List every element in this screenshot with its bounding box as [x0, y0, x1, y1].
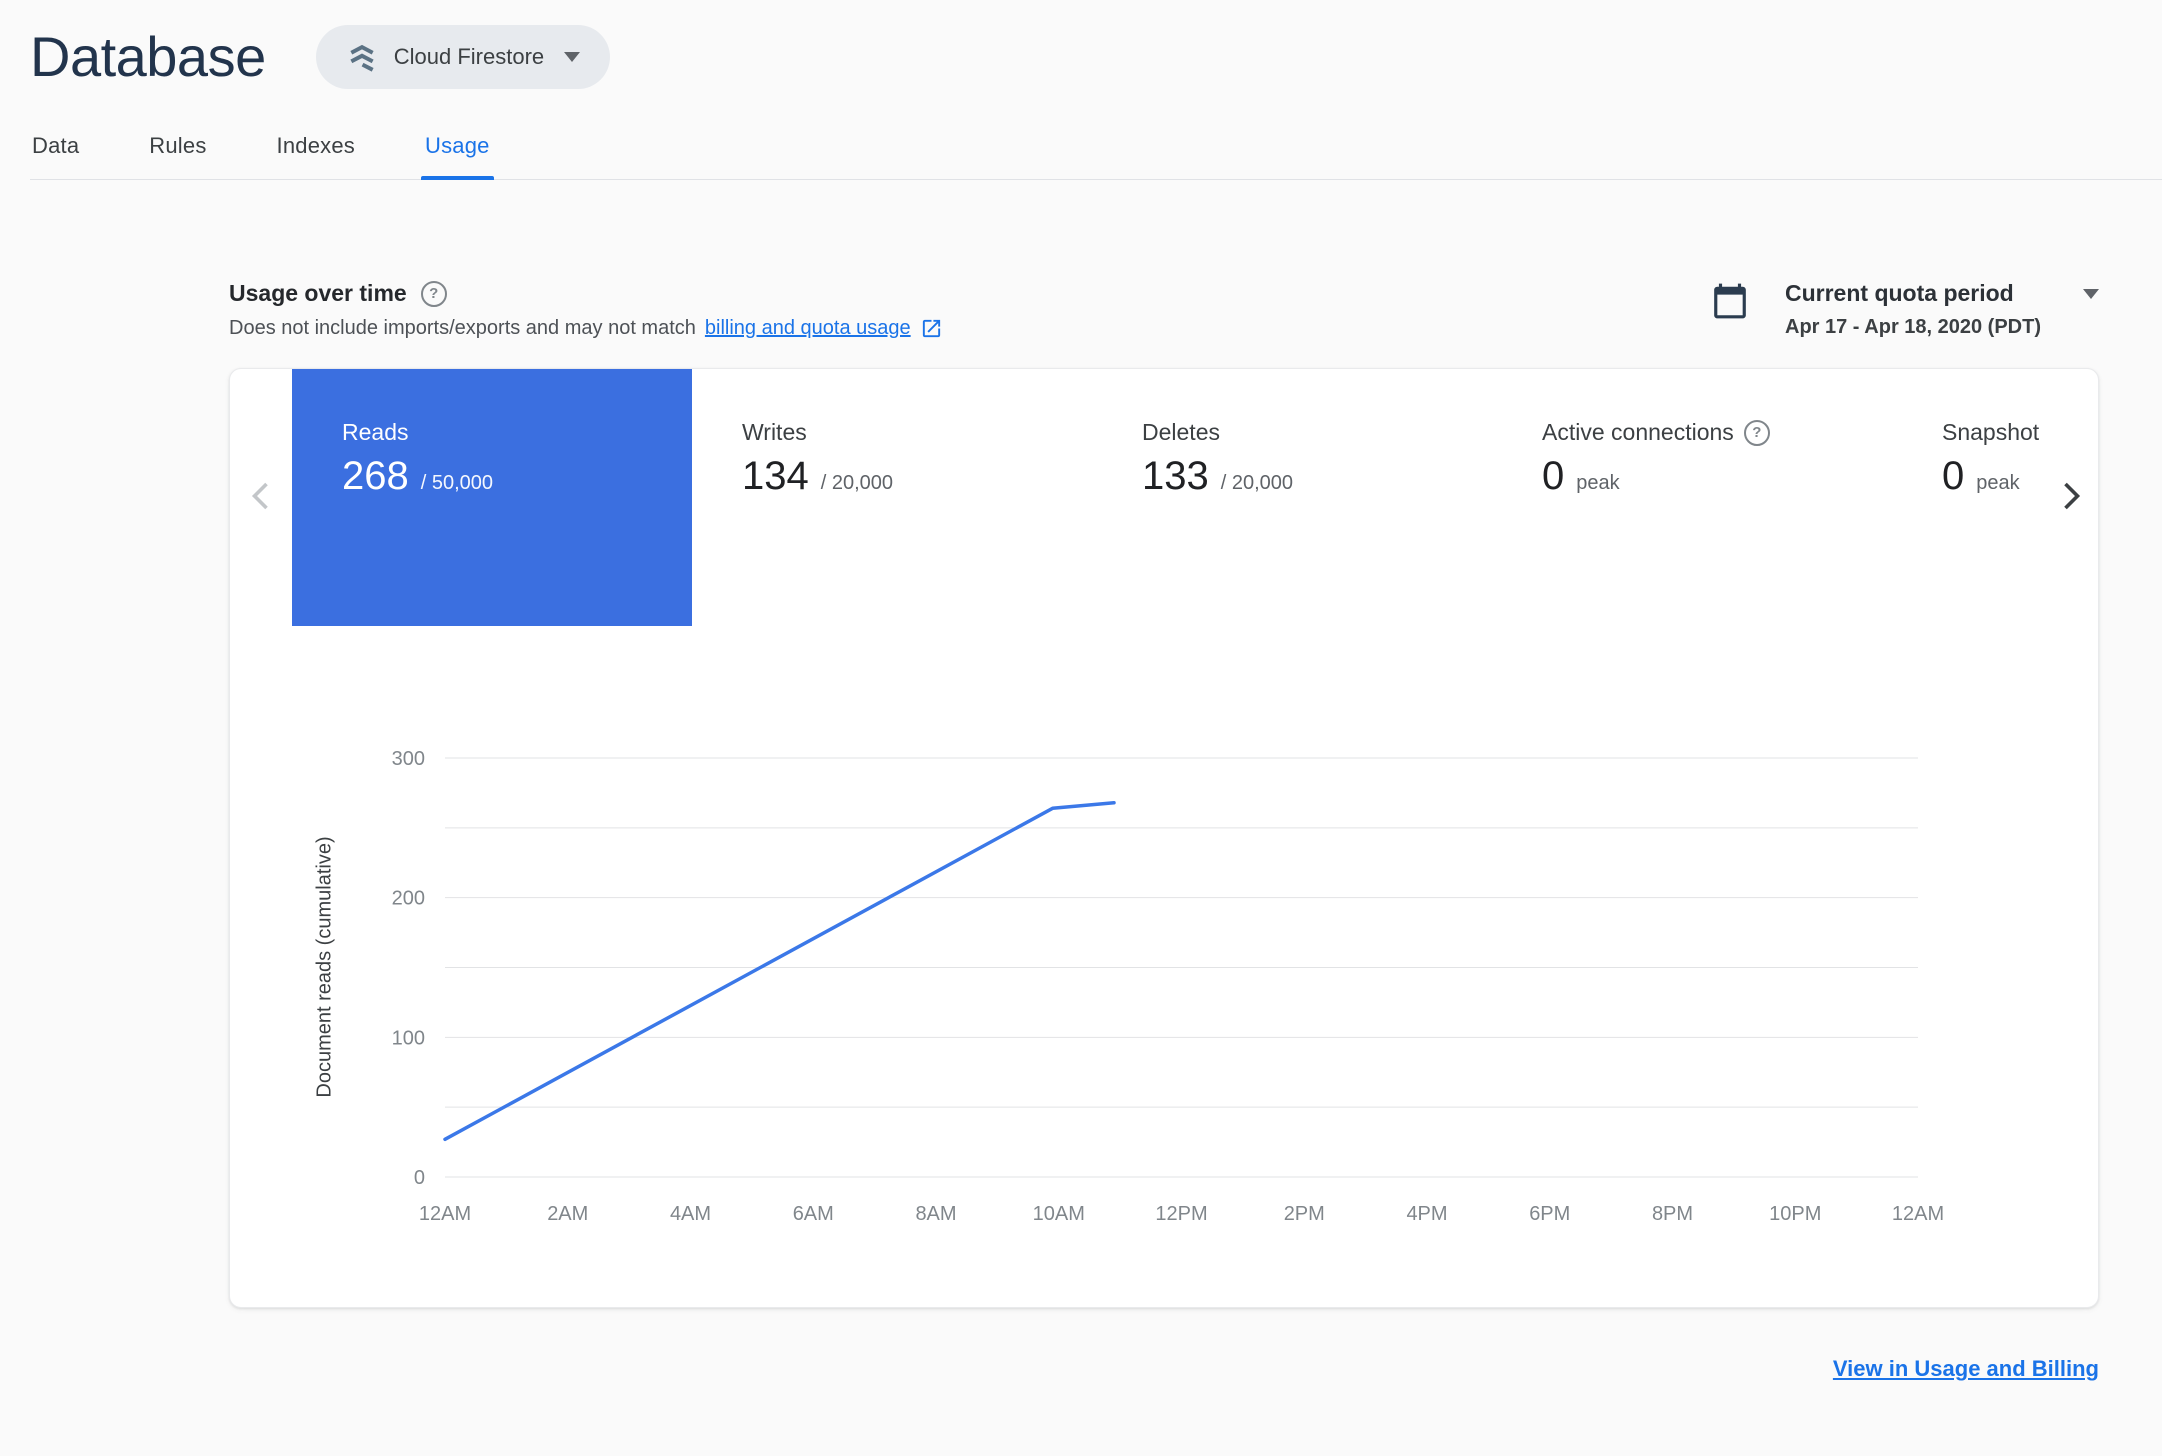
metric-limit: / 20,000 — [820, 472, 894, 494]
svg-text:0: 0 — [414, 1167, 425, 1189]
svg-text:200: 200 — [392, 888, 425, 910]
metric-name: Deletes — [1142, 419, 1220, 445]
firestore-icon — [346, 41, 378, 73]
svg-text:300: 300 — [392, 748, 425, 770]
usage-description-text: Does not include imports/exports and may… — [229, 317, 696, 339]
metric-name: Snapshot listeners — [1942, 419, 2046, 445]
tab-rules[interactable]: Rules — [147, 119, 208, 179]
firestore-usage-page: Database Cloud Firestore Data Rules Inde… — [0, 0, 2162, 1456]
product-selector-label: Cloud Firestore — [393, 43, 545, 69]
metric-limit: peak — [1976, 472, 2020, 494]
svg-text:10AM: 10AM — [1033, 1203, 1085, 1225]
external-link-icon — [920, 317, 943, 340]
tab-indexes[interactable]: Indexes — [275, 119, 357, 179]
metric-active-connections-tile[interactable]: Active connections 0 peak — [1492, 369, 1892, 626]
help-icon[interactable] — [420, 280, 447, 307]
usage-chart: Document reads (cumulative) 0 100 200 300 12… — [230, 708, 2098, 1248]
metric-value: 0 — [1942, 454, 1965, 498]
quota-caret-down-icon — [2083, 288, 2099, 299]
svg-text:8PM: 8PM — [1652, 1203, 1693, 1225]
metric-name: Writes — [742, 419, 807, 445]
metric-value: 133 — [1142, 454, 1209, 498]
usage-section-header: Usage over time Does not include imports… — [229, 280, 2099, 340]
svg-text:6PM: 6PM — [1529, 1203, 1570, 1225]
svg-text:6AM: 6AM — [793, 1203, 834, 1225]
metric-value: 268 — [342, 454, 409, 498]
quota-period-selector[interactable]: Current quota period Apr 17 - Apr 18, 20… — [1711, 280, 2099, 339]
usage-card: Reads 268 / 50,000 Writes 134 / 20,000 D… — [229, 368, 2099, 1308]
usage-over-time-block: Usage over time Does not include imports… — [229, 280, 943, 340]
view-usage-billing-link[interactable]: View in Usage and Billing — [1833, 1356, 2099, 1381]
caret-down-icon — [564, 51, 581, 62]
tab-data[interactable]: Data — [30, 119, 81, 179]
product-selector[interactable]: Cloud Firestore — [315, 24, 611, 89]
usage-content: Usage over time Does not include imports… — [229, 180, 2099, 1382]
svg-text:2AM: 2AM — [547, 1203, 588, 1225]
metric-deletes-tile[interactable]: Deletes 133 / 20,000 — [1092, 369, 1492, 626]
quota-period-range: Apr 17 - Apr 18, 2020 (PDT) — [1785, 316, 2042, 338]
carousel-prev-button[interactable] — [242, 477, 282, 517]
svg-text:12PM: 12PM — [1155, 1203, 1207, 1225]
metric-reads-tile[interactable]: Reads 268 / 50,000 — [292, 369, 692, 626]
svg-text:10PM: 10PM — [1769, 1203, 1821, 1225]
reads-line-chart: 0 100 200 300 12AM 2AM 4AM 6AM 8AM 10AM 12PM 2PM 4PM… — [392, 748, 1945, 1225]
carousel-next-button[interactable] — [2050, 477, 2090, 517]
footer-row: View in Usage and Billing — [229, 1356, 2099, 1382]
metric-limit: / 20,000 — [1220, 472, 1294, 494]
calendar-icon — [1711, 282, 1749, 320]
metric-value: 134 — [742, 454, 809, 498]
metric-name: Reads — [342, 419, 409, 445]
metrics-viewport: Reads 268 / 50,000 Writes 134 / 20,000 D… — [292, 369, 2046, 626]
page-header: Database Cloud Firestore — [0, 0, 2162, 89]
svg-text:2PM: 2PM — [1284, 1203, 1325, 1225]
metric-name: Active connections — [1542, 419, 1734, 445]
chart-y-axis-label: Document reads (cumulative) — [313, 836, 336, 1098]
usage-over-time-title: Usage over time — [229, 280, 407, 306]
help-icon[interactable] — [1743, 419, 1770, 446]
page-title: Database — [30, 25, 266, 88]
svg-text:4AM: 4AM — [670, 1203, 711, 1225]
tab-bar: Data Rules Indexes Usage — [30, 119, 2162, 180]
svg-text:12AM: 12AM — [1892, 1203, 1944, 1225]
metric-writes-tile[interactable]: Writes 134 / 20,000 — [692, 369, 1092, 626]
quota-period-label: Current quota period — [1785, 280, 2014, 306]
metric-snapshot-listeners-tile[interactable]: Snapshot listeners 0 peak — [1892, 369, 2046, 626]
metrics-carousel: Reads 268 / 50,000 Writes 134 / 20,000 D… — [230, 369, 2098, 626]
tab-usage[interactable]: Usage — [421, 119, 494, 180]
metric-limit: / 50,000 — [420, 472, 494, 494]
svg-text:8AM: 8AM — [915, 1203, 956, 1225]
billing-quota-usage-link[interactable]: billing and quota usage — [705, 317, 911, 340]
usage-description: Does not include imports/exports and may… — [229, 317, 943, 340]
metric-value: 0 — [1542, 454, 1565, 498]
svg-text:4PM: 4PM — [1406, 1203, 1447, 1225]
metric-limit: peak — [1576, 472, 1620, 494]
svg-text:12AM: 12AM — [419, 1203, 471, 1225]
svg-text:100: 100 — [392, 1027, 425, 1049]
